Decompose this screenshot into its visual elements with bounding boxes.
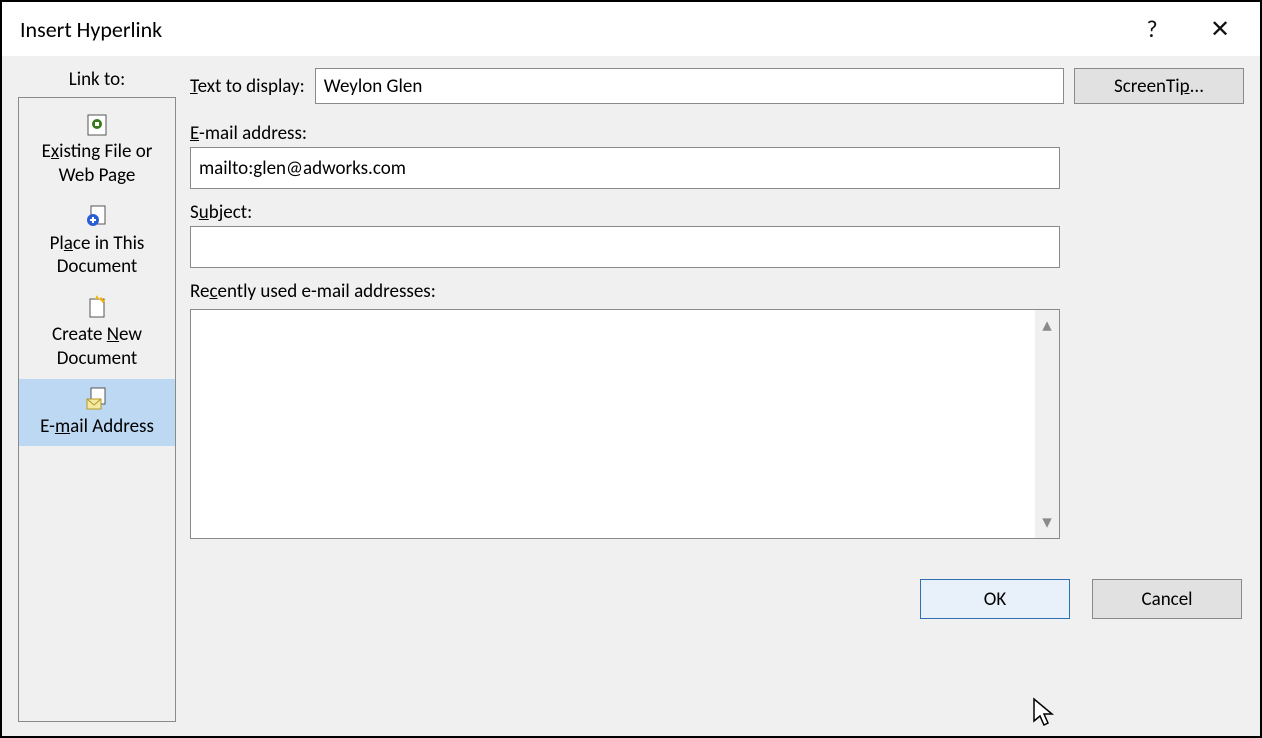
linkto-email-address[interactable]: E-mail Address: [19, 379, 175, 447]
linkto-item-label: Existing File or Web Page: [23, 140, 171, 188]
linkto-create-new-doc[interactable]: Create New Document: [19, 287, 175, 379]
linkto-item-label: Create New Document: [23, 323, 171, 371]
create-new-doc-icon: [83, 293, 111, 321]
linkto-existing-file[interactable]: Existing File or Web Page: [19, 104, 175, 196]
linkto-place-in-doc[interactable]: Place in This Document: [19, 196, 175, 288]
existing-file-icon: [83, 110, 111, 138]
ok-button[interactable]: OK: [920, 579, 1070, 619]
dialog-body: Link to: Existing File or Web Page Place…: [2, 56, 1260, 736]
linkto-item-label: Place in This Document: [23, 232, 171, 280]
dialog-title: Insert Hyperlink: [20, 16, 1106, 43]
email-form: E-mail address: Subject: Recently used e…: [190, 122, 1060, 539]
recent-emails-label: Recently used e-mail addresses:: [190, 280, 1060, 303]
email-address-label: E-mail address:: [190, 122, 1060, 145]
linkto-column: Link to: Existing File or Web Page Place…: [18, 68, 176, 722]
linkto-heading: Link to:: [18, 68, 176, 91]
dialog-footer: OK Cancel: [190, 579, 1244, 619]
close-button[interactable]: ✕: [1198, 7, 1242, 51]
screentip-button[interactable]: ScreenTip...: [1074, 68, 1244, 104]
subject-input[interactable]: [190, 226, 1060, 268]
cancel-button[interactable]: Cancel: [1092, 579, 1242, 619]
recent-emails-listbox[interactable]: ▴ ▾: [190, 309, 1060, 539]
email-address-input[interactable]: [190, 147, 1060, 189]
subject-label: Subject:: [190, 201, 1060, 224]
text-to-display-row: Text to display: ScreenTip...: [190, 68, 1244, 104]
place-in-doc-icon: [83, 202, 111, 230]
insert-hyperlink-dialog: Insert Hyperlink ? ✕ Link to: Existing F…: [0, 0, 1262, 738]
scroll-down-icon[interactable]: ▾: [1042, 511, 1052, 534]
titlebar: Insert Hyperlink ? ✕: [2, 2, 1260, 56]
main-column: Text to display: ScreenTip... E-mail add…: [190, 68, 1244, 722]
email-address-icon: [83, 385, 111, 413]
linkto-list: Existing File or Web Page Place in This …: [18, 97, 176, 722]
text-to-display-label: Text to display:: [190, 75, 305, 98]
linkto-item-label: E-mail Address: [40, 415, 154, 439]
scroll-up-icon[interactable]: ▴: [1042, 314, 1052, 337]
recent-emails-scrollbar[interactable]: ▴ ▾: [1035, 310, 1059, 538]
text-to-display-input[interactable]: [315, 68, 1064, 104]
help-button[interactable]: ?: [1130, 7, 1174, 51]
